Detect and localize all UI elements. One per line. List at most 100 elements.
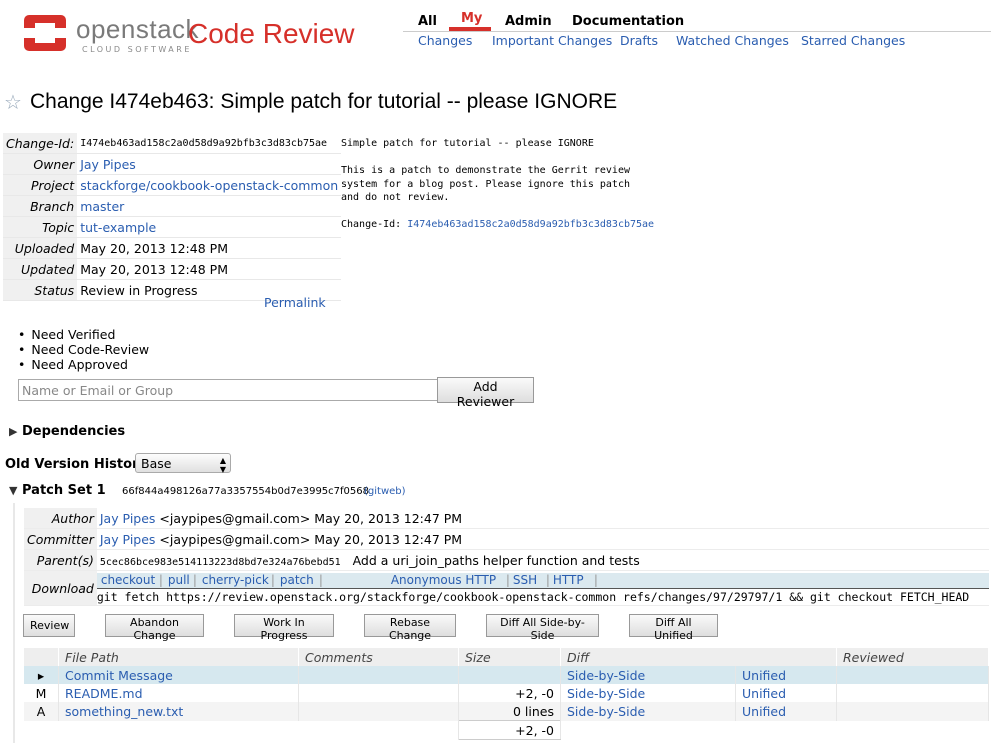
subnav-important-changes[interactable]: Important Changes [492, 33, 612, 48]
file-table: File Path Comments Size Diff Reviewed ▸ … [24, 648, 989, 740]
nav-admin[interactable]: Admin [505, 14, 552, 29]
info-key: Uploaded [3, 237, 78, 259]
dependencies-label: Dependencies [22, 424, 126, 439]
need-item: Need Code-Review [18, 342, 149, 357]
info-row: Topic tut-example [3, 216, 342, 238]
col-file-path: File Path [58, 648, 299, 666]
permalink[interactable]: Permalink [264, 295, 326, 310]
rebase-change-button[interactable]: Rebase Change [364, 614, 456, 642]
file-comments [298, 684, 459, 702]
collapse-triangle-icon: ▼ [9, 484, 18, 497]
file-path-link[interactable]: something_new.txt [65, 704, 183, 719]
review-button[interactable]: Review [23, 614, 75, 637]
col-size: Size [458, 648, 561, 666]
expand-triangle-icon: ▶ [9, 425, 18, 438]
info-row: Project stackforge/cookbook-openstack-com… [3, 174, 342, 196]
file-row[interactable]: ▸ Commit Message Side-by-Side Unified [24, 666, 989, 684]
info-key: Updated [3, 258, 78, 280]
info-key: Owner [3, 153, 78, 175]
nav-all[interactable]: All [418, 14, 437, 29]
abandon-change-button[interactable]: Abandon Change [105, 614, 204, 642]
info-row: Branch master [3, 195, 342, 217]
info-key: Project [3, 174, 78, 196]
commit-info-table: Author Jay Pipes <jaypipes@gmail.com> Ma… [24, 508, 989, 606]
work-in-progress-button[interactable]: Work In Progress [234, 614, 334, 642]
nav-my[interactable]: My [461, 11, 482, 26]
download-proto-anonymous-http[interactable]: Anonymous HTTP [391, 573, 496, 587]
file-reviewed[interactable] [836, 702, 989, 721]
patch-set-toggle[interactable]: ▼ Patch Set 1 [9, 483, 106, 498]
star-icon[interactable]: ☆ [4, 90, 22, 114]
file-reviewed[interactable] [836, 666, 989, 684]
file-row[interactable]: A something_new.txt 0 lines Side-by-Side… [24, 702, 989, 721]
col-diff: Diff [560, 648, 837, 666]
change-id-label: Change-Id: [341, 219, 408, 230]
subnav-watched-changes[interactable]: Watched Changes [676, 33, 789, 48]
parent-key: Parent(s) [24, 549, 97, 571]
old-version-label: Old Version History: [5, 457, 153, 472]
side-by-side-link[interactable]: Side-by-Side [567, 686, 645, 701]
dependencies-toggle[interactable]: ▶ Dependencies [9, 424, 125, 439]
subnav-drafts[interactable]: Drafts [620, 33, 658, 48]
old-version-selected: Base [141, 456, 172, 471]
info-row: Change-Id: I474eb463ad158c2a0d58d9a92bfb3… [3, 133, 342, 154]
change-info-table: Change-Id: I474eb463ad158c2a0d58d9a92bfb3… [3, 133, 342, 301]
download-tab-patch[interactable]: patch [280, 573, 314, 587]
committer-key: Committer [24, 528, 97, 550]
logo-tagline: CLOUD SOFTWARE [82, 45, 192, 54]
download-proto-http[interactable]: HTTP [553, 573, 584, 587]
file-size: 0 lines [458, 702, 561, 721]
file-path-link[interactable]: README.md [65, 686, 143, 701]
branch-link[interactable]: master [80, 199, 124, 214]
unified-link[interactable]: Unified [742, 668, 786, 683]
unified-link[interactable]: Unified [742, 704, 786, 719]
commit-row: Committer Jay Pipes <jaypipes@gmail.com>… [24, 528, 989, 550]
commit-message-body: Simple patch for tutorial -- please IGNO… [341, 138, 630, 203]
old-version-select[interactable]: Base ▲ ▼ [135, 453, 231, 474]
project-link[interactable]: stackforge/cookbook-openstack-common [80, 178, 338, 193]
subnav-changes[interactable]: Changes [418, 33, 472, 48]
author-link[interactable]: Jay Pipes [100, 511, 156, 526]
file-status: M [24, 684, 59, 702]
side-by-side-link[interactable]: Side-by-Side [567, 704, 645, 719]
side-by-side-link[interactable]: Side-by-Side [567, 668, 645, 683]
reviewer-input[interactable] [18, 379, 438, 401]
author-key: Author [24, 508, 97, 529]
topic-link[interactable]: tut-example [80, 220, 156, 235]
col-reviewed: Reviewed [836, 648, 989, 666]
nav-documentation[interactable]: Documentation [572, 14, 684, 29]
committer-link[interactable]: Jay Pipes [100, 532, 156, 547]
diff-all-side-by-side-button[interactable]: Diff All Side-by-Side [486, 614, 599, 642]
download-tab-cherry-pick[interactable]: cherry-pick [202, 573, 269, 587]
change-id-link[interactable]: I474eb463ad158c2a0d58d9a92bfb3c3d83cb75a… [407, 219, 654, 230]
diff-all-unified-button[interactable]: Diff All Unified [629, 614, 718, 642]
download-proto-ssh[interactable]: SSH [513, 573, 537, 587]
owner-link[interactable]: Jay Pipes [80, 157, 136, 172]
download-command[interactable]: git fetch https://review.openstack.org/s… [96, 587, 989, 604]
file-size [458, 666, 561, 684]
openstack-logo-icon [22, 13, 68, 53]
info-key: Status [3, 279, 78, 301]
add-reviewer-button[interactable]: Add Reviewer [437, 377, 534, 409]
file-table-header: File Path Comments Size Diff Reviewed [24, 648, 989, 666]
file-row[interactable]: M README.md +2, -0 Side-by-Side Unified [24, 684, 989, 702]
change-id-value: I474eb463ad158c2a0d58d9a92bfb3c3d83cb75a… [77, 133, 342, 154]
subnav-starred-changes[interactable]: Starred Changes [801, 33, 905, 48]
download-tab-checkout[interactable]: checkout [101, 573, 155, 587]
committer-detail: <jaypipes@gmail.com> May 20, 2013 12:47 … [155, 531, 463, 547]
info-key: Topic [3, 216, 78, 238]
info-key: Branch [3, 195, 78, 217]
file-comments [298, 666, 459, 684]
gitweb-link[interactable]: (gitweb) [364, 486, 406, 497]
file-reviewed[interactable] [836, 684, 989, 702]
row-pointer-icon: ▸ [24, 666, 59, 684]
unified-link[interactable]: Unified [742, 686, 786, 701]
need-item: Need Verified [18, 327, 149, 342]
file-path-link[interactable]: Commit Message [65, 668, 173, 683]
commit-row: Download checkout | pull | cherry-pick |… [24, 570, 989, 606]
commit-row: Author Jay Pipes <jaypipes@gmail.com> Ma… [24, 508, 989, 529]
download-tab-pull[interactable]: pull [168, 573, 190, 587]
file-total-row: +2, -0 [24, 720, 989, 740]
parent-message: Add a uri_join_paths helper function and… [352, 552, 640, 568]
commit-message: Simple patch for tutorial -- please IGNO… [341, 137, 654, 232]
